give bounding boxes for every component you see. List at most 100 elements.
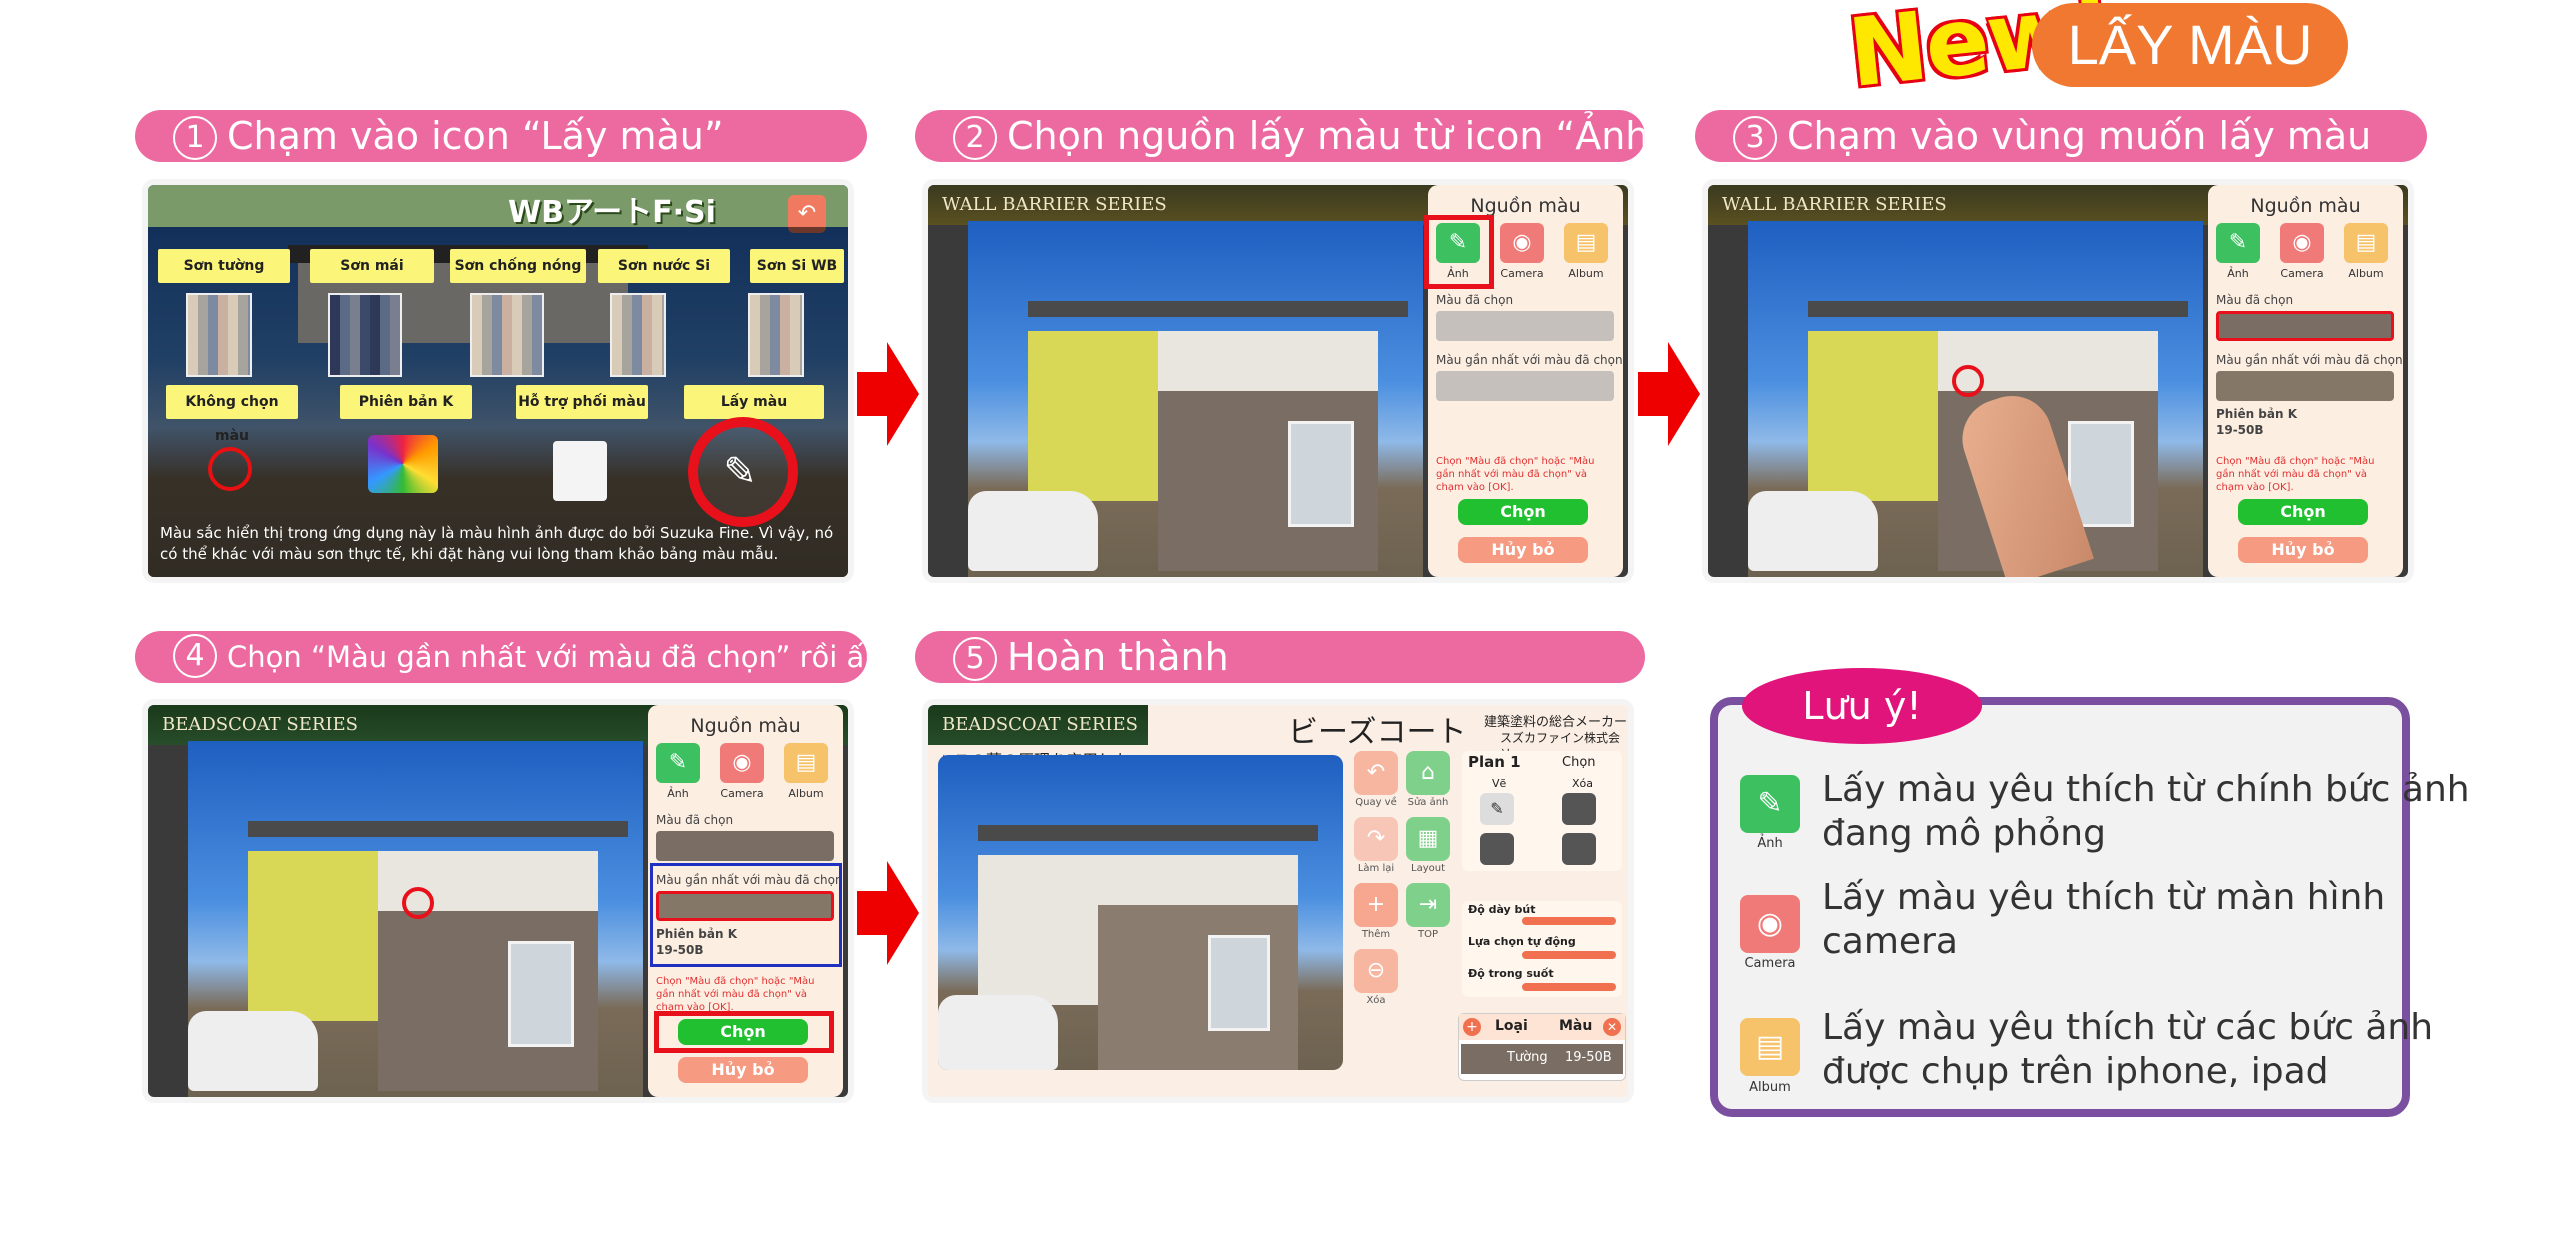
- note-1-line-2: đang mô phỏng: [1822, 813, 2106, 854]
- eraser-icon[interactable]: [1562, 793, 1596, 825]
- menu-color-assist[interactable]: Hỗ trợ phối màu: [516, 385, 648, 419]
- step-1-screenshot: WBアートF·Si ↶ Sơn tường Suzuka Sơn mái Suz…: [148, 185, 848, 577]
- wall-layer-name: Tường: [1507, 1050, 1548, 1065]
- nearest-color-field[interactable]: [1436, 371, 1614, 401]
- plan-panel: Plan 1 Chọn Vẽ Xóa ✎: [1462, 751, 1622, 871]
- choose-button[interactable]: Chọn: [1458, 499, 1588, 525]
- auto-select-slider[interactable]: [1522, 951, 1616, 959]
- menu-no-color[interactable]: Không chọn màu: [166, 385, 298, 444]
- album-label: Album: [2348, 267, 2384, 280]
- series-name: BEADSCOAT SERIES: [162, 714, 359, 735]
- choose-button-highlight: [654, 1011, 834, 1053]
- step-2-title: Chọn nguồn lấy màu từ icon “Ảnh”: [1007, 114, 1645, 158]
- menu-suzuka-wall[interactable]: Sơn tường Suzuka: [158, 249, 290, 308]
- add-icon[interactable]: +: [1354, 883, 1398, 927]
- add-label: Thêm: [1361, 929, 1391, 940]
- shape-erase-icon[interactable]: [1562, 833, 1596, 865]
- suzuka-wall-swatch: [186, 293, 252, 377]
- layer-color-header: Màu: [1559, 1018, 1593, 1034]
- photo-label: Ảnh: [2227, 267, 2249, 280]
- redo-icon[interactable]: ↷: [1354, 817, 1398, 861]
- step-2-screenshot: WALL BARRIER SERIES Nguồn màu ✎ ◉ ▤ Ảnh …: [928, 185, 1628, 577]
- color-fan-icon: [368, 435, 438, 493]
- menu-version-k[interactable]: Phiên bản K: [340, 385, 472, 419]
- album-source-button[interactable]: ▤: [2344, 223, 2388, 263]
- step-4-number: 4: [173, 634, 217, 678]
- wall-layer-row[interactable]: Tường 19-50B: [1461, 1044, 1623, 1074]
- note-3-line-1: Lấy màu yêu thích từ các bức ảnh: [1822, 1007, 2434, 1048]
- transparency-slider[interactable]: [1522, 983, 1616, 991]
- selected-color-field[interactable]: [1436, 311, 1614, 341]
- step-1-title: Chạm vào icon “Lấy màu”: [227, 114, 724, 158]
- step-4-header: 4 Chọn “Màu gần nhất với màu đã chọn” rồi…: [135, 631, 867, 683]
- edit-photo-icon[interactable]: ⌂: [1406, 751, 1450, 795]
- heat-resist-swatch: [470, 293, 544, 377]
- brush-size-slider[interactable]: [1522, 917, 1616, 925]
- pencil-icon[interactable]: ✎: [1480, 793, 1514, 825]
- panel-title: Nguồn màu: [2250, 195, 2361, 217]
- brush-size-label: Độ dày bút: [1468, 903, 1536, 916]
- menu-suzuka-roof[interactable]: Sơn mái Suzuka: [310, 249, 434, 308]
- plan-choose-label[interactable]: Chọn: [1562, 755, 1596, 770]
- camera-source-button[interactable]: ◉: [2280, 223, 2324, 263]
- auto-select-label: Lựa chọn tự động: [1468, 935, 1576, 948]
- suzuka-roof-swatch: [328, 293, 402, 377]
- menu-pick-color[interactable]: Lấy màu: [684, 385, 824, 419]
- undo-icon[interactable]: ↶: [1354, 751, 1398, 795]
- photo-icon: ✎: [1740, 775, 1800, 833]
- album-icon-label: Album: [1749, 1080, 1791, 1095]
- panel-title: Nguồn màu: [690, 715, 801, 737]
- camera-source-button[interactable]: ◉: [1500, 223, 1544, 263]
- selected-color-field[interactable]: [656, 831, 834, 861]
- layout-icon[interactable]: ▦: [1406, 817, 1450, 861]
- edit-photo-label: Sửa ảnh: [1407, 797, 1449, 808]
- album-source-button[interactable]: ▤: [784, 743, 828, 783]
- menu-si-wb[interactable]: Sơn Si WB: [750, 249, 844, 283]
- layout-label: Layout: [1411, 863, 1445, 874]
- house-photo: [938, 755, 1343, 1070]
- no-color-icon: [208, 447, 252, 491]
- step-5-title: Hoàn thành: [1007, 635, 1229, 679]
- panel-title: Nguồn màu: [1470, 195, 1581, 217]
- tap-target-ring: [1952, 365, 1984, 397]
- camera-source-button[interactable]: ◉: [720, 743, 764, 783]
- menu-heat-resist[interactable]: Sơn chống nóng: [450, 249, 586, 283]
- step-1-header: 1 Chạm vào icon “Lấy màu”: [135, 110, 867, 162]
- house-assist-icon: [553, 441, 607, 501]
- step-3-screenshot: WALL BARRIER SERIES Nguồn màu ✎ ◉ ▤ Ảnh …: [1708, 185, 2408, 577]
- photo-source-button[interactable]: ✎: [656, 743, 700, 783]
- nearest-color-field[interactable]: [2216, 371, 2394, 401]
- undo-label: Quay về: [1355, 797, 1397, 808]
- album-source-button[interactable]: ▤: [1564, 223, 1608, 263]
- maker-label: 建築塗料の総合メーカー: [1484, 715, 1628, 730]
- draw-label: Vẽ: [1492, 777, 1507, 790]
- cancel-button[interactable]: Hủy bỏ: [1458, 537, 1588, 563]
- layer-type-header: Loại: [1495, 1018, 1528, 1034]
- photo-source-button[interactable]: ✎: [2216, 223, 2260, 263]
- step-2-header: 2 Chọn nguồn lấy màu từ icon “Ảnh”: [915, 110, 1645, 162]
- house-photo: [188, 741, 643, 1097]
- series-header: BEADSCOAT SERIES: [928, 705, 1148, 745]
- delete-icon[interactable]: ⊖: [1354, 949, 1398, 993]
- top-icon[interactable]: ⇥: [1406, 883, 1450, 927]
- close-layer-icon[interactable]: ✕: [1603, 1018, 1621, 1036]
- nearest-color-highlight: [650, 863, 842, 967]
- shape-tool-icon[interactable]: [1480, 833, 1514, 865]
- step-5-number: 5: [953, 637, 997, 681]
- add-layer-icon[interactable]: +: [1463, 1018, 1481, 1036]
- photo-button-highlight: [1424, 215, 1494, 289]
- selected-color-field[interactable]: [2216, 311, 2394, 341]
- house-photo: [968, 221, 1423, 577]
- redo-label: Làm lại: [1357, 863, 1395, 874]
- step1-app-header: WBアートF·Si: [148, 185, 848, 230]
- eyedropper-icon[interactable]: ✎: [720, 447, 760, 497]
- water-si-swatch: [610, 293, 666, 377]
- series-name: WALL BARRIER SERIES: [1722, 194, 1947, 215]
- selected-color-label: Màu đã chọn: [656, 813, 734, 827]
- cancel-button[interactable]: Hủy bỏ: [2238, 537, 2368, 563]
- selected-color-label: Màu đã chọn: [1436, 293, 1514, 307]
- cancel-button[interactable]: Hủy bỏ: [678, 1057, 808, 1083]
- choose-button[interactable]: Chọn: [2238, 499, 2368, 525]
- menu-water-si[interactable]: Sơn nước Si: [598, 249, 730, 283]
- photo-icon-label: Ảnh: [1757, 836, 1783, 851]
